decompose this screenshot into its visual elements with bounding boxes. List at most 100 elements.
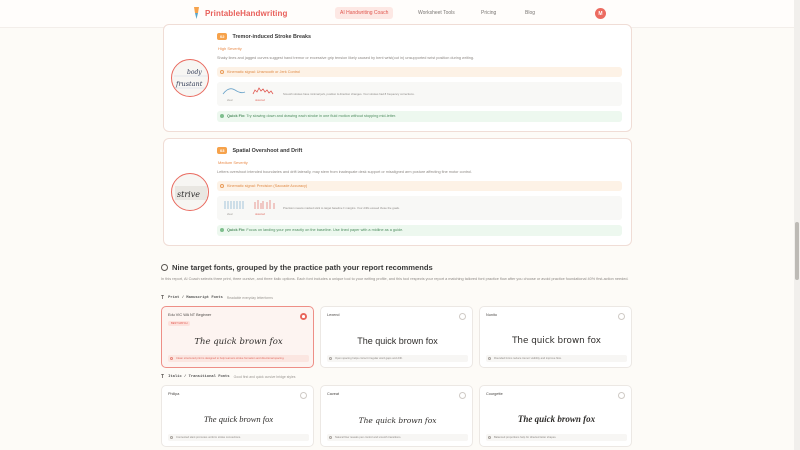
handwriting-sample-image: body frustant: [171, 59, 209, 97]
font-card-courgette[interactable]: Courgette The quick brown fox Balanced p…: [479, 385, 632, 447]
issue-card-tremor: body frustant 02 Tremor-induced Stroke B…: [163, 24, 632, 132]
kinematic-signal: Kinematic signal: Unsmooth or Jerk Contr…: [217, 67, 622, 77]
issue-header: 02 Tremor-induced Stroke Breaks: [217, 33, 311, 40]
font-group-header-italic: T Italic / Transitional Fonts Good first…: [161, 374, 295, 380]
font-select-radio[interactable]: [300, 313, 307, 320]
issue-description: Letters overshoot intended boundaries an…: [217, 170, 473, 174]
issue-number-badge: 02: [217, 33, 228, 40]
font-sample-text: The quick brown fox: [194, 337, 283, 347]
brand-logo[interactable]: PrintableHandwriting: [192, 6, 287, 20]
quick-fix-box: Quick Fix: Focus on landing your pen exa…: [217, 225, 622, 236]
font-group-header-print: T Print / Manuscript Fonts Readable ever…: [161, 295, 273, 301]
scrollbar-thumb[interactable]: [795, 222, 799, 280]
font-group-subtitle: Good first and quick cursive bridge styl…: [233, 375, 296, 379]
font-name: Lexend: [327, 313, 340, 317]
sample-word-1: body: [187, 69, 202, 76]
ideal-marks: [224, 201, 244, 209]
quick-fix-text: Try slowing down and drawing each stroke…: [246, 114, 397, 118]
font-name: Philipa: [168, 392, 180, 396]
target-icon: [161, 264, 168, 271]
type-icon: T: [161, 295, 165, 301]
severity-label: Medium Severity: [218, 160, 248, 165]
severity-label: High Severity: [218, 46, 242, 51]
user-avatar[interactable]: M: [595, 8, 606, 19]
font-note: Open spacing helps correct irregular wor…: [327, 355, 468, 362]
info-icon: [488, 357, 491, 360]
issue-card-overshoot: strive 03 Spatial Overshoot and Drift Me…: [163, 138, 632, 246]
ideal-stroke: [222, 88, 246, 95]
info-icon: [170, 357, 173, 360]
type-icon: T: [161, 374, 165, 380]
detected-marks: [254, 200, 275, 209]
font-card-lexend[interactable]: Lexend The quick brown fox Open spacing …: [320, 306, 473, 368]
viz-label-detected: detected: [255, 99, 265, 102]
nav-link-pricing[interactable]: Pricing: [481, 10, 496, 16]
info-icon: [488, 436, 491, 439]
quick-fix-label: Quick Fix:: [227, 228, 246, 232]
best-match-badge: BEST MATCH: [168, 321, 191, 326]
font-select-radio[interactable]: [618, 392, 625, 399]
info-icon: [170, 436, 173, 439]
font-select-radio[interactable]: [300, 392, 307, 399]
sample-word-1: strive: [177, 190, 200, 199]
issue-header: 03 Spatial Overshoot and Drift: [217, 147, 302, 154]
font-card-nunito[interactable]: Nunito The quick brown fox Rounded forms…: [479, 306, 632, 368]
signal-text: Kinematic signal: Unsmooth or Jerk Contr…: [227, 70, 301, 74]
kinematic-signal: Kinematic signal: Precision (Saccade Acc…: [217, 181, 622, 191]
font-note: Rounded forms reduce tremor visibility a…: [486, 355, 627, 362]
font-card-caveat[interactable]: Caveat The quick brown fox Natural flow …: [320, 385, 473, 447]
spacing-comparison-chart: [224, 200, 275, 209]
font-note: Natural flow reveals pen control and smo…: [327, 434, 468, 441]
font-note-text: Rounded forms reduce tremor visibility a…: [494, 357, 562, 360]
signal-icon: [220, 184, 224, 188]
font-note: Clean structured print is designed to he…: [168, 355, 309, 362]
quick-fix-text: Focus on landing your pen exactly on the…: [246, 228, 404, 232]
info-icon: [329, 436, 332, 439]
font-name: Nunito: [486, 313, 497, 317]
font-sample-text: The quick brown fox: [358, 416, 437, 425]
font-note: Connected slant promotes uniform stroke …: [168, 434, 309, 441]
signal-icon: [220, 70, 224, 74]
fonts-section-heading: Nine target fonts, grouped by the practi…: [161, 263, 433, 272]
font-group-title: Italic / Transitional Fonts: [168, 375, 230, 379]
sample-word-2: frustant: [175, 80, 203, 88]
handwriting-sample-image: strive: [171, 173, 209, 211]
viz-label-ideal: ideal: [227, 213, 233, 216]
font-sample-text: The quick brown fox: [203, 414, 274, 424]
fonts-section-title: Nine target fonts, grouped by the practi…: [172, 263, 433, 272]
font-note: Balanced proportions help for directed l…: [486, 434, 627, 441]
stroke-visualization: ideal detected Smooth strokes have minim…: [217, 82, 622, 106]
signal-text: Kinematic signal: Precision (Saccade Acc…: [227, 184, 308, 188]
font-select-radio[interactable]: [459, 392, 466, 399]
nav-link-ai-coach[interactable]: AI Handwriting Coach: [335, 7, 394, 19]
nav-link-worksheet-tools[interactable]: Worksheet Tools: [418, 10, 455, 16]
issue-title: Spatial Overshoot and Drift: [232, 147, 303, 154]
font-select-radio[interactable]: [618, 313, 625, 320]
check-icon: [220, 114, 224, 118]
font-select-radio[interactable]: [459, 313, 466, 320]
issue-description: Shaky lines and jagged curves suggest ha…: [217, 56, 475, 60]
viz-label-detected: detected: [255, 213, 265, 216]
font-note-text: Clean structured print is designed to he…: [176, 357, 285, 360]
viz-caption: Precision means marked stick to target b…: [283, 206, 400, 210]
issue-title: Tremor-induced Stroke Breaks: [232, 33, 311, 40]
nav-link-blog[interactable]: Blog: [525, 10, 535, 16]
font-note-text: Open spacing helps correct irregular wor…: [335, 357, 403, 360]
font-note-text: Balanced proportions help for directed l…: [494, 436, 557, 439]
font-note-text: Connected slant promotes uniform stroke …: [176, 436, 241, 439]
quick-fix-box: Quick Fix: Try slowing down and drawing …: [217, 111, 622, 122]
font-card-edu-vic[interactable]: Edu VIC WA NT Beginner BEST MATCH The qu…: [161, 306, 314, 368]
stroke-comparison-chart: [222, 87, 274, 95]
font-name: Courgette: [486, 392, 503, 396]
font-group-title: Print / Manuscript Fonts: [168, 296, 223, 300]
font-name: Edu VIC WA NT Beginner: [168, 313, 212, 317]
page: PrintableHandwriting AI Handwriting Coac…: [0, 0, 794, 450]
detected-stroke: [252, 87, 274, 95]
font-card-philipa[interactable]: Philipa The quick brown fox Connected sl…: [161, 385, 314, 447]
viz-caption: Smooth strokes have minimal jerk, positi…: [283, 92, 415, 96]
font-sample-text: The quick brown fox: [357, 336, 438, 346]
page-scrollbar[interactable]: [794, 0, 800, 450]
font-sample-text: The quick brown fox: [517, 414, 596, 424]
font-note-text: Natural flow reveals pen control and smo…: [335, 436, 402, 439]
spacing-visualization: ideal detected Precision means marked st…: [217, 196, 622, 220]
